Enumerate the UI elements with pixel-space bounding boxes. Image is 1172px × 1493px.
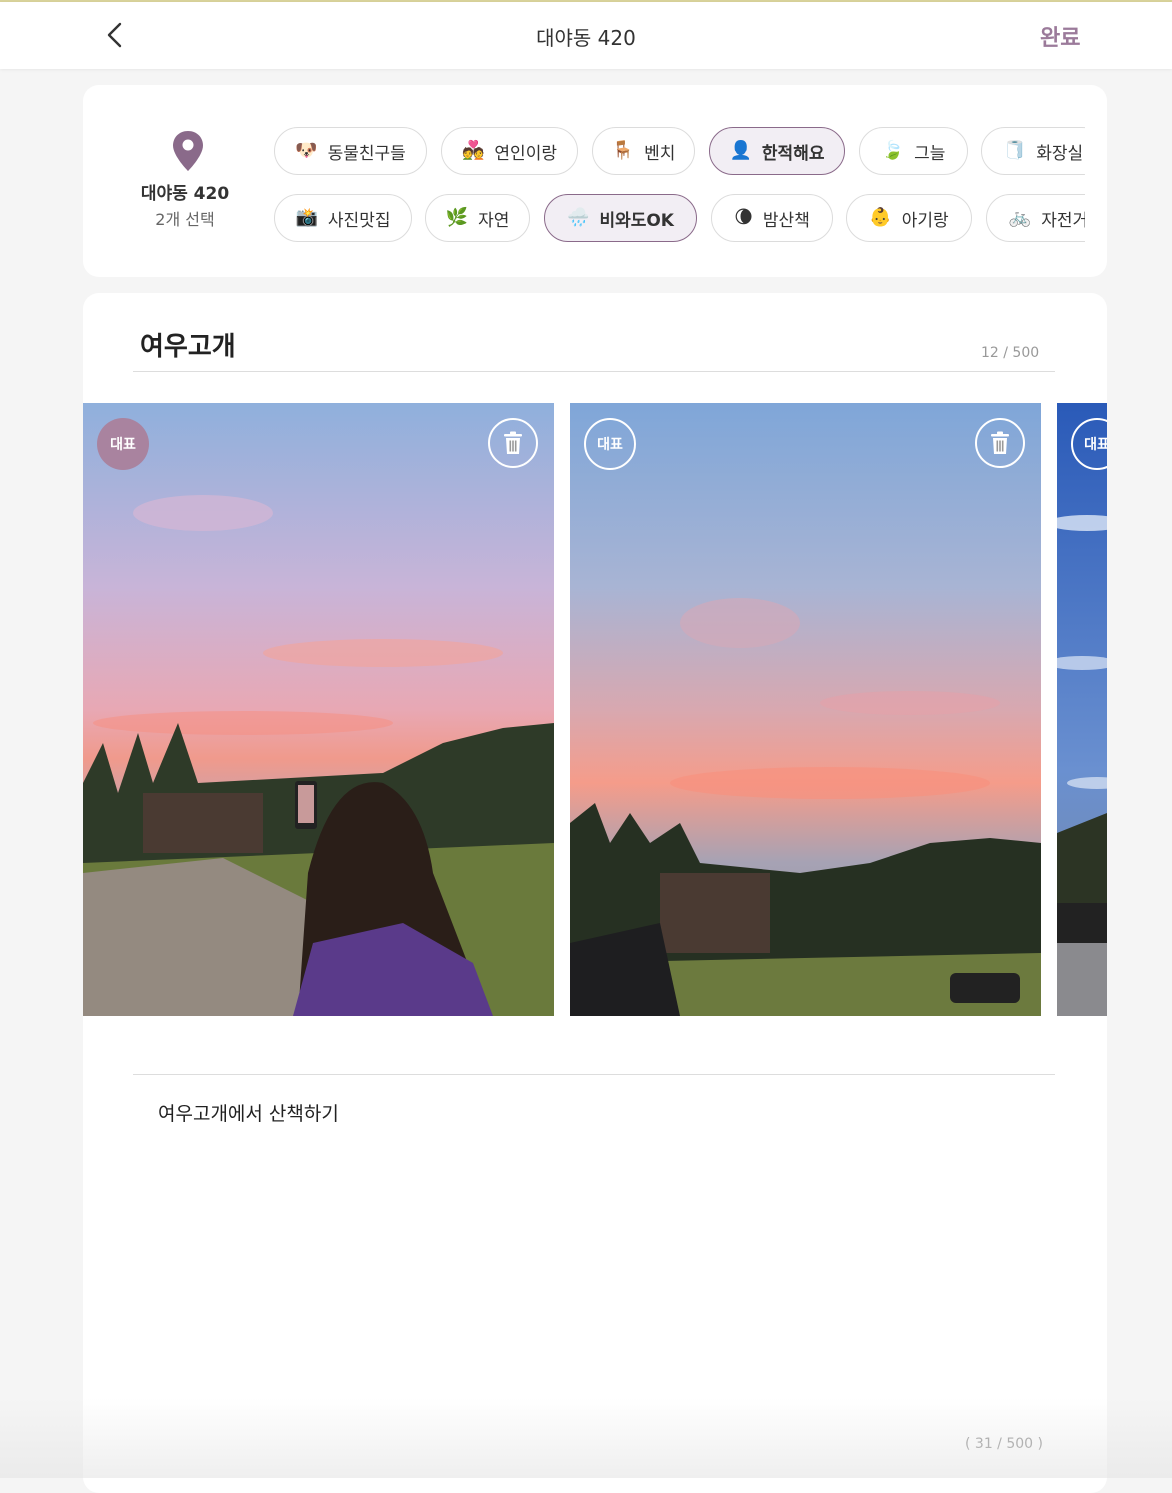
- divider: [133, 371, 1055, 372]
- tag-label: 비와도OK: [599, 210, 674, 231]
- representative-badge[interactable]: 대표: [584, 418, 636, 470]
- tag-label: 아기랑: [901, 210, 949, 231]
- herb-icon: 🌿: [445, 207, 469, 228]
- tag-label: 밤산책: [762, 210, 810, 231]
- camera-icon: 📸: [295, 207, 318, 228]
- photo-item[interactable]: 대표: [1057, 403, 1107, 1016]
- post-title[interactable]: 여우고개: [140, 326, 236, 363]
- tag-label: 벤치: [644, 143, 676, 164]
- tag-label: 자전거: [1041, 210, 1085, 231]
- title-char-count: 12 / 500: [981, 345, 1040, 361]
- baby-icon: 👶: [869, 207, 892, 228]
- tag-label: 동물친구들: [327, 143, 406, 164]
- tag-chip-bicycle[interactable]: 🚲 자전거: [986, 194, 1085, 242]
- rain-cloud-icon: 🌧️: [567, 207, 590, 228]
- bicycle-icon: 🚲: [1008, 207, 1032, 228]
- photo-item[interactable]: 대표: [83, 403, 554, 1016]
- tag-chip-with-baby[interactable]: 👶 아기랑: [846, 194, 972, 242]
- photo-item[interactable]: 대표: [570, 403, 1041, 1016]
- tag-chip-photo-spot[interactable]: 📸 사진맛집: [274, 194, 412, 242]
- trash-icon: [991, 431, 1009, 454]
- sky-photo-3: [1057, 403, 1107, 1016]
- delete-photo-button[interactable]: [488, 418, 538, 468]
- delete-photo-button[interactable]: [975, 418, 1025, 468]
- tag-chip-animal-friends[interactable]: 🐶 동물친구들: [274, 127, 427, 175]
- tag-chip-couple[interactable]: 💑 연인이랑: [441, 127, 578, 175]
- tag-chip-bench[interactable]: 🪑 벤치: [592, 127, 695, 175]
- tag-chip-restroom[interactable]: 🧻 화장실: [981, 127, 1085, 175]
- tag-label: 한적해요: [761, 143, 825, 164]
- person-icon: 👤: [729, 140, 752, 161]
- location-pin-icon: [173, 131, 203, 171]
- representative-badge[interactable]: 대표: [97, 418, 149, 470]
- tag-label: 자연: [478, 210, 510, 231]
- divider: [133, 1074, 1055, 1075]
- tag-label: 사진맛집: [327, 210, 391, 231]
- post-card: 여우고개 12 / 500 대표 대표 대표 여우고개에서 산책하기 (31 …: [83, 293, 1107, 1493]
- chair-icon: 🪑: [611, 140, 635, 161]
- dog-icon: 🐶: [295, 140, 318, 161]
- toilet-paper-icon: 🧻: [1003, 140, 1027, 161]
- tag-scroll-area[interactable]: 🐶 동물친구들 💑 연인이랑 🪑 벤치 👤 한적해요 🍃 그늘 🧻 화장실 📸 …: [273, 125, 1085, 250]
- leaf-icon: 🍃: [881, 140, 905, 161]
- tag-label: 연인이랑: [494, 143, 557, 164]
- post-body-text[interactable]: 여우고개에서 산책하기: [158, 1099, 339, 1126]
- moon-icon: 🌘: [734, 207, 753, 228]
- tag-chip-shade[interactable]: 🍃 그늘: [859, 127, 968, 175]
- tag-chip-quiet[interactable]: 👤 한적해요: [709, 127, 845, 175]
- tag-label: 화장실: [1036, 143, 1084, 164]
- header-bar: 대야동 420 완료: [0, 2, 1172, 69]
- done-button[interactable]: 완료: [1040, 20, 1080, 52]
- selected-count: 2개 선택: [155, 210, 215, 229]
- body-char-count: ( 31 / 500 ): [965, 1436, 1043, 1452]
- tag-chip-night-walk[interactable]: 🌘 밤산책: [711, 194, 833, 242]
- tag-chip-rain-ok[interactable]: 🌧️ 비와도OK: [544, 194, 697, 242]
- sunset-photo-1: [83, 403, 554, 1016]
- tag-card: 대야동 420 2개 선택 🐶 동물친구들 💑 연인이랑 🪑 벤치 👤 한적해요…: [83, 85, 1107, 277]
- tag-label: 그늘: [914, 143, 946, 164]
- page-title: 대야동 420: [536, 26, 636, 50]
- photo-carousel[interactable]: 대표 대표 대표: [83, 403, 1107, 1016]
- trash-icon: [504, 431, 522, 454]
- location-name: 대야동 420: [140, 184, 230, 204]
- tag-chip-nature[interactable]: 🌿 자연: [425, 194, 530, 242]
- couple-icon: 💑: [462, 140, 485, 161]
- sunset-photo-2: [570, 403, 1041, 1016]
